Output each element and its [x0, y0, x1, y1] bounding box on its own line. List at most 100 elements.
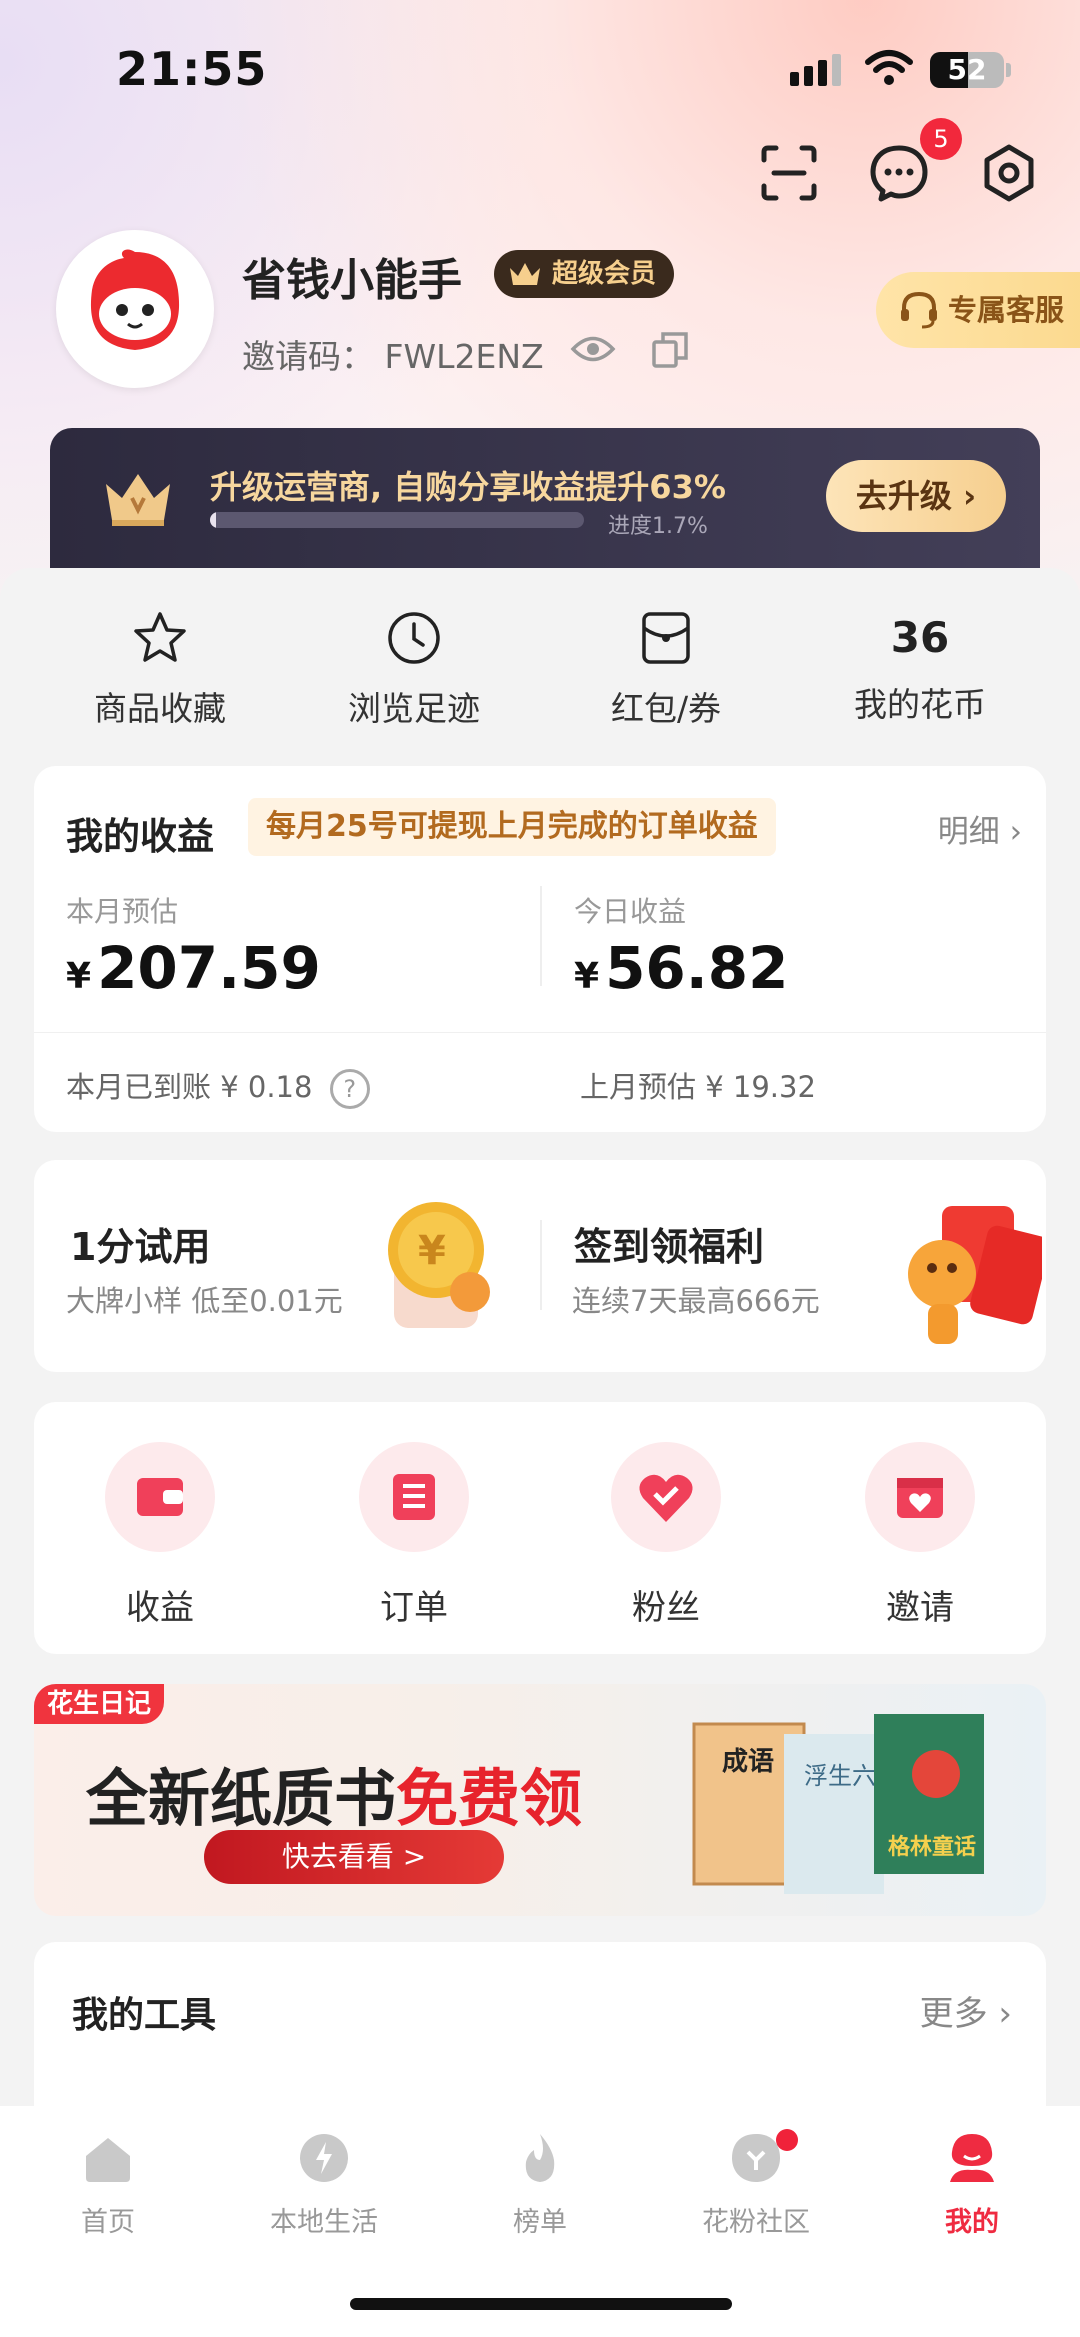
- earnings-title: 我的收益: [66, 815, 214, 858]
- battery-tip: [1006, 63, 1011, 77]
- battery-percent: 52: [947, 53, 987, 86]
- upgrade-title: 升级运营商, 自购分享收益提升63%: [210, 468, 726, 506]
- status-time: 21:55: [116, 42, 268, 96]
- month-estimate-amount: 207.59: [97, 934, 321, 1002]
- customer-service-label: 专属客服: [948, 293, 1065, 327]
- crown-icon: [510, 263, 540, 285]
- settings-icon[interactable]: [978, 142, 1040, 204]
- scan-icon[interactable]: [758, 142, 820, 204]
- coupon-icon: [642, 612, 690, 664]
- entry-earnings[interactable]: 收益: [60, 1442, 260, 1629]
- community-notification-dot: [776, 2129, 798, 2151]
- promo-checkin-subtitle: 连续7天最高666元: [572, 1284, 820, 1318]
- mascot-icon: [90, 249, 180, 350]
- vip-label: 超级会员: [552, 259, 657, 289]
- invite-actions: [570, 330, 690, 370]
- red-packet-icon: [908, 1206, 1042, 1344]
- upgrade-progress-fill: [210, 512, 217, 528]
- month-estimate-label: 本月预估: [66, 895, 179, 928]
- promo-trial-title: 1分试用: [70, 1225, 211, 1269]
- book-1-title: 成语: [722, 1747, 774, 1777]
- headset-icon: [901, 291, 937, 329]
- banner-button[interactable]: 快去看看 >: [204, 1830, 504, 1884]
- coin-gift-icon: ¥: [388, 1202, 490, 1328]
- upgrade-banner[interactable]: 升级运营商, 自购分享收益提升63% 进度1.7% 去升级 ›: [50, 428, 1040, 568]
- chevron-right-icon: ›: [1009, 814, 1022, 850]
- tab-mine[interactable]: 我的: [864, 2130, 1080, 2239]
- promo-card: 1分试用 大牌小样 低至0.01元 ¥ 签到领福利 连续7天最高666元: [34, 1160, 1046, 1372]
- tab-community[interactable]: 花粉社区: [648, 2130, 864, 2239]
- quick-favorites-label: 商品收藏: [94, 689, 226, 728]
- tab-community-label: 花粉社区: [702, 2207, 810, 2238]
- entry-grid-card: 收益 订单 粉丝 邀请: [34, 1402, 1046, 1654]
- chevron-right-icon: ›: [962, 477, 977, 515]
- customer-service-button[interactable]: 专属客服: [876, 272, 1080, 348]
- entry-invite[interactable]: 邀请: [820, 1442, 1020, 1629]
- arrived-label: 本月已到账 ¥ 0.18: [66, 1070, 313, 1104]
- lightning-icon: [300, 2134, 348, 2182]
- books-illustration: 成语 浮生六记 格林童话: [692, 1714, 984, 1894]
- currency-symbol: ¥: [574, 956, 600, 997]
- message-icon[interactable]: [868, 142, 930, 204]
- avatar[interactable]: [56, 230, 214, 388]
- eye-icon[interactable]: [570, 330, 616, 368]
- invite-icon: [865, 1442, 975, 1552]
- tab-home-label: 首页: [81, 2207, 135, 2238]
- month-estimate-value[interactable]: ¥207.59: [66, 934, 321, 1002]
- today-earnings-value[interactable]: ¥56.82: [574, 934, 789, 1002]
- coins-value: 36: [890, 613, 950, 662]
- earnings-detail-label: 明细: [937, 814, 1000, 850]
- quick-actions: 商品收藏 浏览足迹 红包/券 36 我的花币: [0, 580, 1080, 750]
- quick-coins-label: 我的花币: [854, 685, 986, 724]
- earnings-detail-link[interactable]: 明细 ›: [938, 806, 1022, 851]
- book-promo-banner[interactable]: 花生日记 全新纸质书免费领 快去看看 > 成语 浮生六记 格林童话: [34, 1684, 1046, 1916]
- invite-label: 邀请码：: [242, 337, 374, 376]
- help-icon[interactable]: ?: [329, 1069, 370, 1109]
- arrived-amount: 本月已到账 ¥ 0.18 ?: [66, 1064, 370, 1109]
- status-bar: 21:55 52: [0, 0, 1080, 140]
- quick-coupons-label: 红包/券: [610, 689, 722, 728]
- upgrade-progress-text: 进度1.7%: [608, 514, 708, 539]
- book-3-title: 格林童话: [888, 1834, 976, 1860]
- quick-history[interactable]: 浏览足迹: [314, 608, 514, 730]
- quick-favorites[interactable]: 商品收藏: [60, 608, 260, 730]
- entry-fans[interactable]: 粉丝: [566, 1442, 766, 1629]
- entry-orders[interactable]: 订单: [314, 1442, 514, 1629]
- tools-more-link[interactable]: 更多 ›: [920, 1986, 1012, 2035]
- tools-more-label: 更多: [919, 1994, 988, 2034]
- tab-ranking-label: 榜单: [513, 2207, 567, 2238]
- promo-checkin-title: 签到领福利: [574, 1225, 765, 1269]
- quick-coins[interactable]: 36 我的花币: [820, 608, 1020, 726]
- star-icon: [134, 612, 186, 662]
- mine-icon: [950, 2134, 994, 2182]
- tab-local-life-label: 本地生活: [270, 2207, 378, 2238]
- tab-home[interactable]: 首页: [0, 2130, 216, 2239]
- message-badge: 5: [920, 118, 962, 160]
- tab-mine-label: 我的: [945, 2207, 999, 2238]
- tab-ranking[interactable]: 榜单: [432, 2130, 648, 2239]
- entry-fans-label: 粉丝: [632, 1588, 700, 1628]
- upgrade-button[interactable]: 去升级 ›: [826, 460, 1006, 532]
- tools-title: 我的工具: [72, 1995, 217, 2036]
- banner-title: 全新纸质书免费领: [86, 1748, 582, 1838]
- battery-icon: 52: [930, 52, 1004, 88]
- entry-invite-label: 邀请: [886, 1588, 954, 1628]
- vip-badge: 超级会员: [494, 250, 675, 298]
- username: 省钱小能手: [242, 255, 462, 306]
- copy-icon[interactable]: [650, 330, 690, 370]
- last-month-estimate: 上月预估 ¥ 19.32: [580, 1070, 816, 1104]
- wifi-icon: [865, 50, 913, 85]
- tab-local-life[interactable]: 本地生活: [216, 2130, 432, 2239]
- banner-title-main: 全新纸质书: [86, 1762, 397, 1835]
- order-icon: [359, 1442, 469, 1552]
- home-indicator[interactable]: [350, 2298, 732, 2310]
- quick-coupons[interactable]: 红包/券: [566, 608, 766, 730]
- currency-symbol: ¥: [66, 956, 92, 997]
- signal-icon: [790, 54, 841, 86]
- invite-code: FWL2ENZ: [384, 337, 544, 376]
- svg-text:¥: ¥: [418, 1228, 446, 1274]
- entry-orders-label: 订单: [380, 1588, 448, 1628]
- flame-icon: [525, 2134, 555, 2182]
- chevron-right-icon: ›: [998, 1994, 1012, 2034]
- today-earnings-amount: 56.82: [605, 934, 789, 1002]
